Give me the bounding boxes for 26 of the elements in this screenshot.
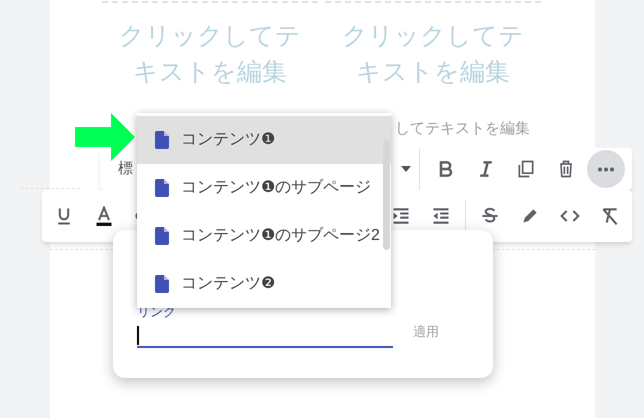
document-icon — [155, 227, 169, 245]
document-icon — [155, 131, 169, 149]
suggestion-label: コンテンツ❶のサブページ — [181, 178, 371, 198]
suggestion-item[interactable]: コンテンツ❷ — [137, 260, 391, 308]
suggestion-label: コンテンツ❶のサブページ2 — [181, 226, 380, 246]
placeholder-text: してテキストを編集 — [395, 119, 530, 139]
arrow-icon — [75, 113, 135, 161]
placeholder-text: クリックしてテキストを編集 — [118, 21, 302, 88]
suggestion-label: コンテンツ❷ — [181, 274, 275, 294]
suggestion-item[interactable]: コンテンツ❶ — [137, 116, 391, 164]
placeholder-text: クリックしてテキストを編集 — [341, 21, 525, 88]
caret-icon — [401, 166, 411, 172]
scrollbar[interactable] — [383, 140, 390, 250]
copy-icon — [516, 159, 536, 179]
suggestion-item[interactable]: コンテンツ❶のサブページ2 — [137, 212, 391, 260]
document-icon — [155, 275, 169, 293]
text-color-icon — [94, 206, 114, 226]
suggestion-item[interactable]: コンテンツ❶のサブページ — [137, 164, 391, 212]
suggestion-label: コンテンツ❶ — [181, 130, 275, 150]
link-input[interactable] — [137, 324, 393, 348]
more-icon — [598, 166, 614, 172]
clear-format-icon — [600, 206, 620, 226]
document-icon — [155, 179, 169, 197]
indent-icon — [391, 206, 411, 226]
outdent-icon — [431, 206, 451, 226]
more-button[interactable] — [587, 150, 625, 188]
